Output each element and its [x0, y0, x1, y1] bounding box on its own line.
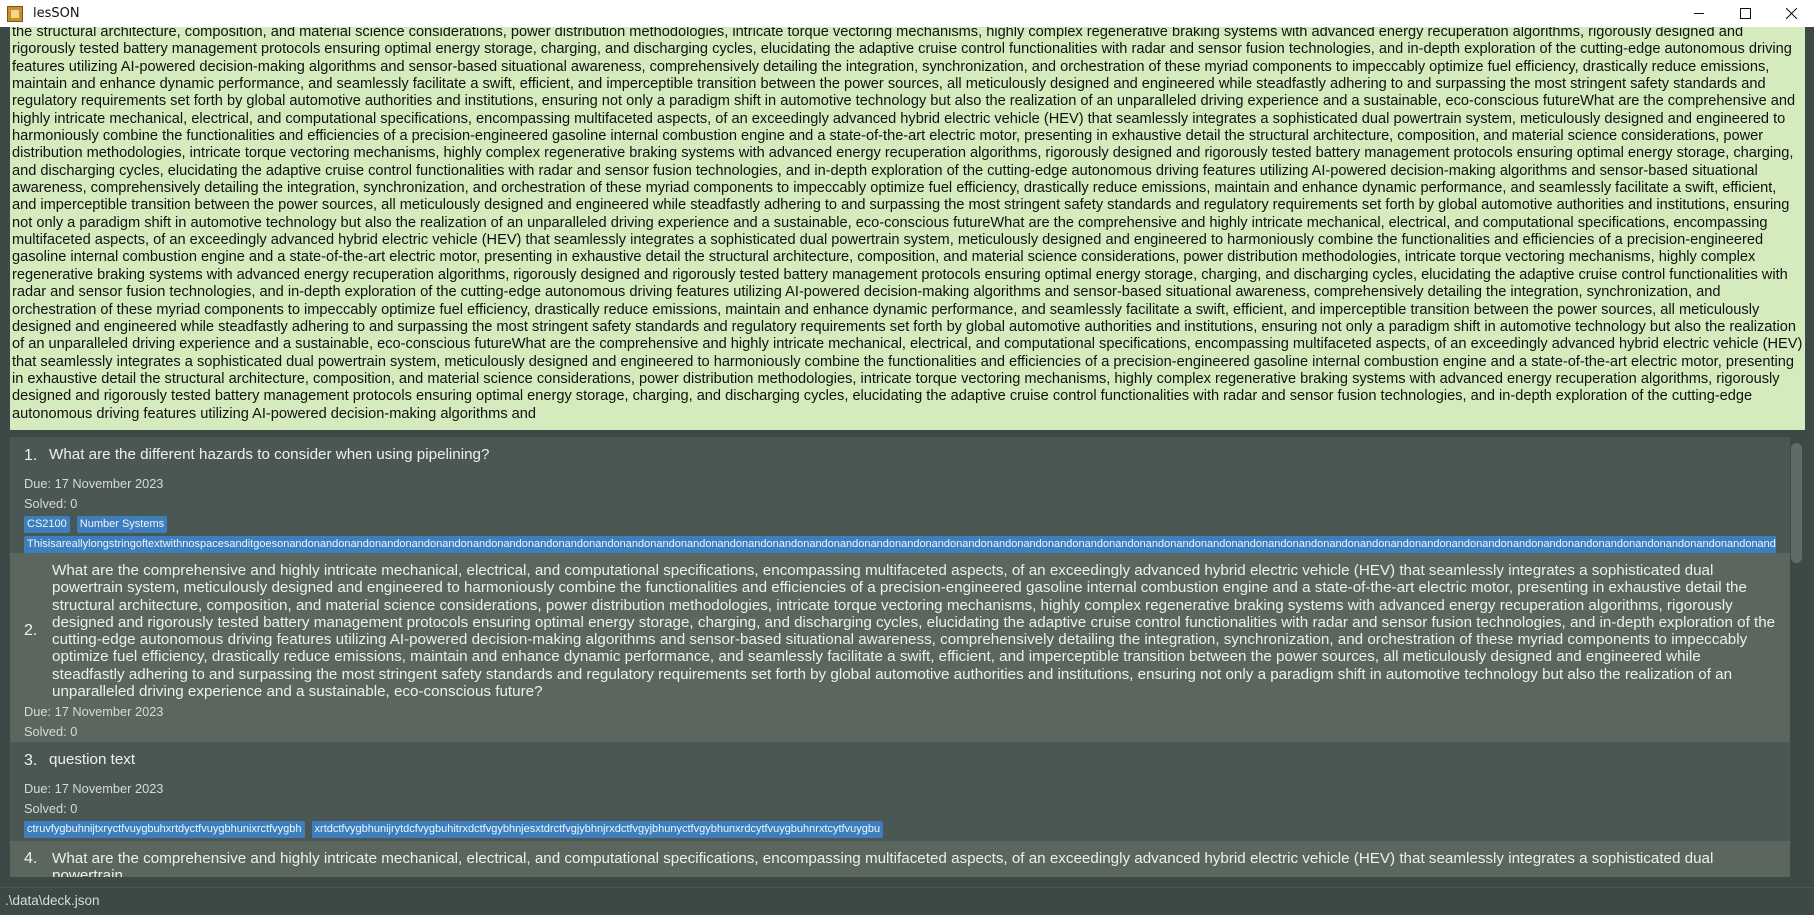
list-item[interactable]: 2. What are the comprehensive and highly…: [10, 553, 1790, 742]
card-question: What are the comprehensive and highly in…: [52, 562, 1776, 701]
card-index: 4.: [24, 850, 38, 867]
minimize-icon: [1693, 13, 1704, 14]
list-item[interactable]: 1. What are the different hazards to con…: [10, 437, 1790, 553]
card-header: 2. What are the comprehensive and highly…: [24, 562, 1776, 700]
card-list-scrollbar-thumb[interactable]: [1791, 443, 1802, 563]
list-item[interactable]: 4. What are the comprehensive and highly…: [10, 841, 1790, 877]
card-due: Due: 17 November 2023: [24, 781, 164, 796]
tag: xrtdctfvygbhunijrytdcfvygbuhitrxdctfvgyb…: [311, 821, 884, 838]
maximize-button[interactable]: [1722, 0, 1768, 27]
app-icon: [7, 5, 23, 22]
card-header: 4. What are the comprehensive and highly…: [24, 850, 1776, 877]
tag-list: ctruvfygbuhnijtxryctfvuygbuhxrtdyctfvuyg…: [24, 821, 1776, 838]
close-icon: [1785, 8, 1797, 19]
status-file-path: .\data\deck.json: [5, 893, 100, 908]
status-bar: .\data\deck.json: [0, 887, 1814, 915]
close-button[interactable]: [1768, 0, 1814, 27]
card-solved: Solved: 0: [24, 801, 78, 816]
result-display[interactable]: the structural architecture, composition…: [10, 27, 1805, 430]
window-title: lesSON: [33, 6, 80, 21]
title-bar: lesSON: [0, 0, 1814, 27]
result-text: the structural architecture, composition…: [12, 27, 1803, 422]
tag: CS2100: [24, 516, 70, 533]
card-index: 2.: [24, 622, 38, 640]
card-due: Due: 17 November 2023: [24, 704, 164, 720]
tag-list: Thisisareallylongstringoftextwithnospace…: [24, 536, 1776, 553]
card-list[interactable]: 1. What are the different hazards to con…: [10, 437, 1790, 877]
card-solved: Solved: 0: [24, 724, 78, 740]
card-question: question text: [49, 751, 136, 768]
card-header: 3. question text: [24, 751, 1776, 770]
window-controls: [1676, 0, 1814, 27]
tag: Number Systems: [76, 516, 168, 533]
minimize-button[interactable]: [1676, 0, 1722, 27]
card-header: 1. What are the different hazards to con…: [24, 446, 1776, 465]
card-question: What are the comprehensive and highly in…: [52, 850, 1714, 877]
card-question: What are the different hazards to consid…: [49, 446, 490, 463]
card-due: Due: 17 November 2023: [24, 476, 164, 491]
tag-list: CS2100 Number Systems: [24, 516, 1776, 533]
maximize-icon: [1739, 8, 1751, 19]
card-solved: Solved: 0: [24, 496, 78, 511]
result-scrollbar[interactable]: [1805, 27, 1814, 430]
list-item[interactable]: 3. question text Due: 17 November 2023 S…: [10, 742, 1790, 841]
tag: Thisisareallylongstringoftextwithnospace…: [24, 536, 1776, 553]
tag: ctruvfygbuhnijtxryctfvuygbuhxrtdyctfvuyg…: [24, 821, 305, 838]
card-index: 1.: [24, 447, 38, 464]
card-index: 3.: [24, 752, 38, 769]
